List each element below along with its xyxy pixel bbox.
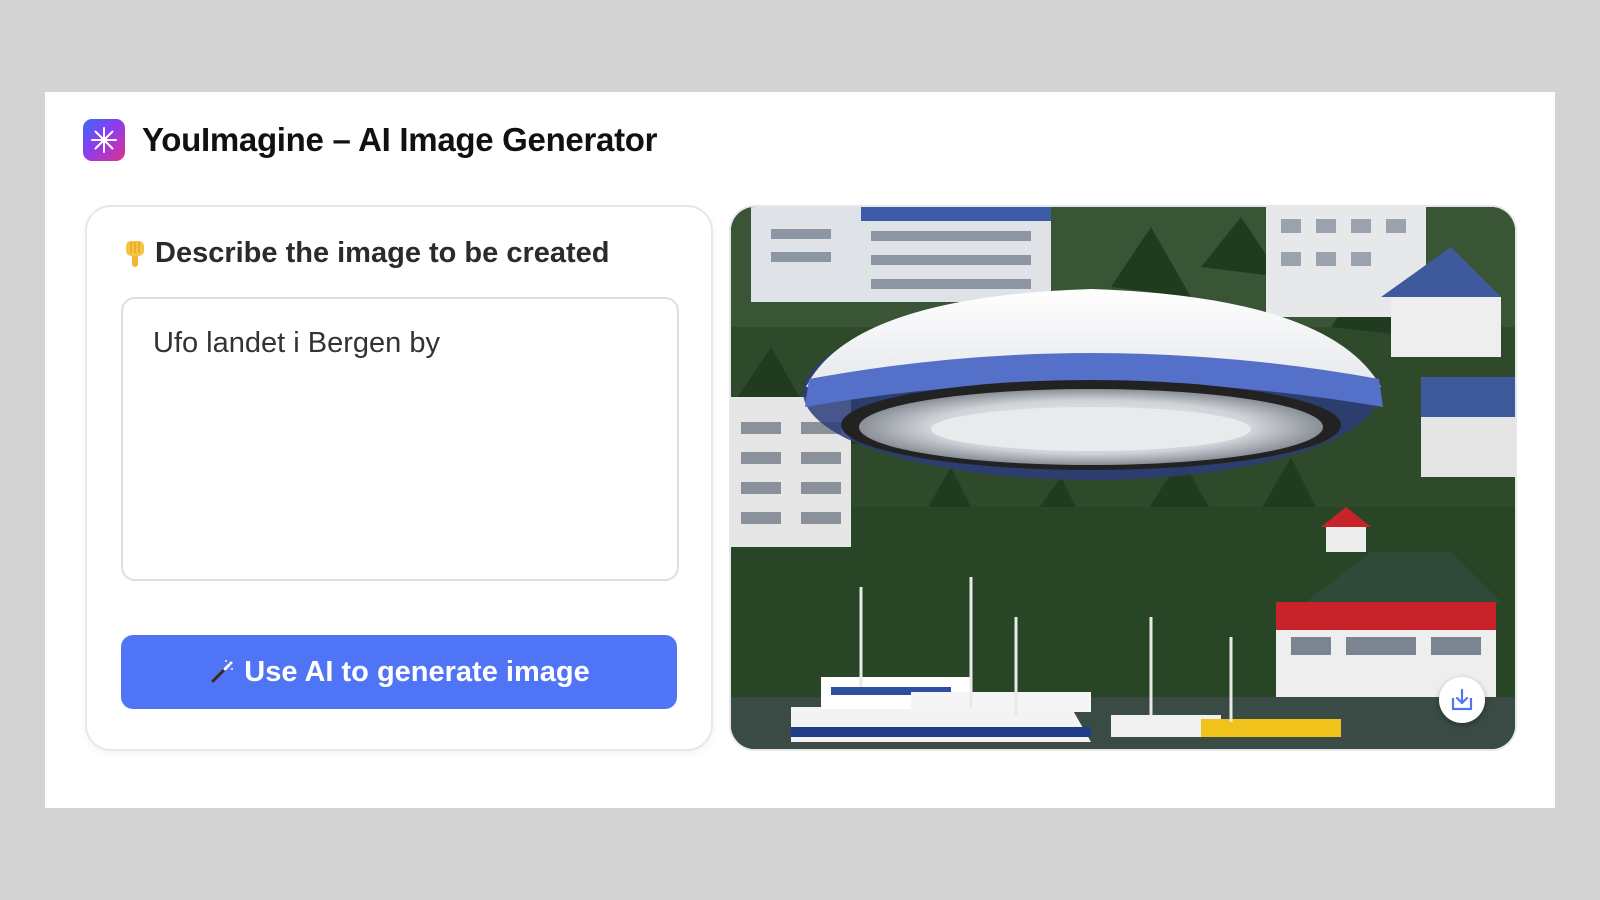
prompt-label: Describe the image to be created — [123, 237, 610, 270]
generated-image — [729, 205, 1517, 751]
prompt-value: Ufo landet i Bergen by — [153, 327, 440, 359]
sparkle-icon — [83, 119, 125, 161]
app-card: YouImagine – AI Image Generator Describe… — [45, 92, 1555, 808]
app-header: YouImagine – AI Image Generator — [83, 118, 657, 162]
prompt-textarea[interactable]: Ufo landet i Bergen by — [121, 297, 679, 581]
prompt-label-text: Describe the image to be created — [155, 237, 610, 269]
app-title: YouImagine – AI Image Generator — [142, 121, 658, 158]
generate-image-button-label: Use AI to generate image — [244, 655, 590, 688]
generate-image-button[interactable]: Use AI to generate image — [121, 635, 677, 709]
pointing-down-hand-icon — [123, 239, 147, 269]
download-icon — [1451, 688, 1473, 711]
download-button[interactable] — [1439, 677, 1485, 723]
prompt-panel: Describe the image to be created Ufo lan… — [85, 205, 713, 751]
magic-wand-icon — [208, 658, 236, 686]
